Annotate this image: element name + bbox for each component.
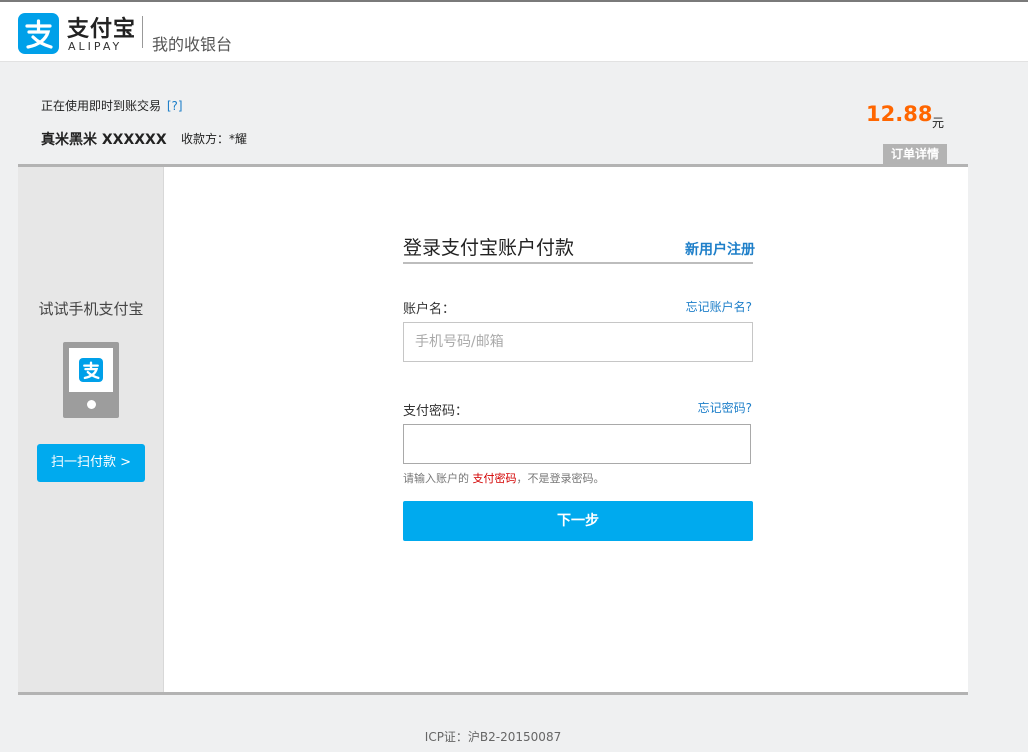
- order-amount: 12.88: [866, 102, 933, 126]
- password-hint: 请输入账户的 支付密码，不是登录密码。: [403, 470, 605, 486]
- header: 支付宝 ALIPAY 我的收银台: [0, 2, 1028, 62]
- phone-home-button: [87, 400, 96, 409]
- mobile-pay-sidebar: 试试手机支付宝 扫一扫付款 >: [18, 167, 164, 692]
- password-input[interactable]: [403, 424, 751, 464]
- forgot-account-link[interactable]: 忘记账户名?: [686, 298, 752, 315]
- hint-prefix: 请输入账户的: [403, 472, 469, 485]
- login-form: 登录支付宝账户付款 新用户注册 账户名： 忘记账户名? 手机号码/邮箱 支付密码…: [403, 167, 755, 692]
- login-title: 登录支付宝账户付款: [403, 237, 575, 259]
- scan-to-pay-button[interactable]: 扫一扫付款 >: [37, 444, 145, 482]
- logo-divider: [142, 16, 143, 48]
- phone-icon: [63, 342, 119, 418]
- order-name: 真米黑米 XXXXXX: [41, 132, 167, 148]
- footer-icp: ICP证：沪B2-20150087: [424, 730, 562, 744]
- amount-unit: 元: [932, 116, 945, 130]
- password-label: 支付密码：: [403, 404, 469, 419]
- payment-panel: 试试手机支付宝 扫一扫付款 > 登录支付宝账户付款 新用户注册 账户名： 忘记账…: [18, 164, 968, 695]
- trade-type-text: 正在使用即时到账交易: [41, 99, 162, 113]
- hint-highlight: 支付密码: [472, 472, 517, 485]
- register-link[interactable]: 新用户注册: [685, 239, 755, 259]
- phone-screen: [69, 348, 113, 392]
- forgot-password-link[interactable]: 忘记密码?: [698, 399, 752, 416]
- cashier-title: 我的收银台: [152, 35, 233, 54]
- next-step-button[interactable]: 下一步: [403, 501, 753, 541]
- account-input[interactable]: 手机号码/邮箱: [403, 322, 753, 362]
- mobile-pay-title: 试试手机支付宝: [38, 300, 144, 318]
- order-detail-button[interactable]: 订单详情: [883, 144, 947, 165]
- account-label: 账户名：: [403, 302, 456, 317]
- hint-suffix: ，不是登录密码。: [516, 472, 605, 485]
- payee: 收款方：*耀: [181, 132, 248, 146]
- help-link[interactable]: [?]: [167, 99, 183, 113]
- alipay-logo-icon[interactable]: [18, 13, 59, 54]
- logo-name: 支付宝: [67, 17, 137, 42]
- order-status: 正在使用即时到账交易 [?]: [41, 97, 183, 114]
- logo-subtitle: ALIPAY: [68, 40, 123, 53]
- title-underline: [403, 262, 753, 264]
- alipay-app-icon: [79, 358, 103, 382]
